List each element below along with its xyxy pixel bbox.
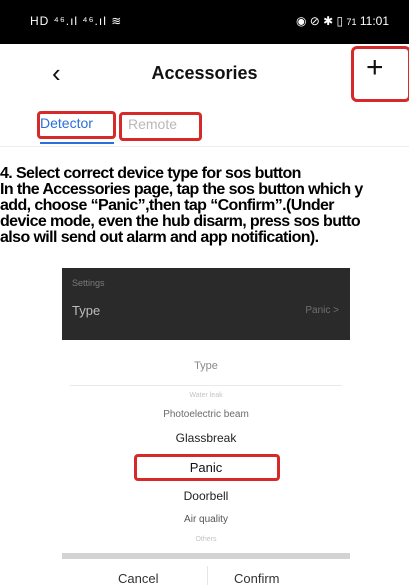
picker-option[interactable]: Air quality [62,514,350,525]
instruction-text: 4. Select correct device type for sos bu… [0,165,363,246]
type-picker-sheet [62,340,350,560]
picker-option[interactable]: Photoelectric beam [62,409,350,420]
button-divider [207,566,208,585]
status-left-icons: HD ⁴⁶.ıl ⁴⁶.ıl ≋ [30,14,123,28]
highlight-panic-box [134,454,280,481]
status-right: ◉ ⊘ ✱ ▯ 71 11:01 [296,14,389,28]
cancel-button[interactable]: Cancel [118,571,158,586]
highlight-detector-box [37,111,116,139]
picker-option[interactable]: Doorbell [62,489,350,503]
status-icons: ◉ ⊘ ✱ ▯ [295,14,344,28]
type-value-text: Panic [305,305,331,316]
status-time: 11:01 [359,14,389,28]
picker-title: Type [194,360,218,372]
picker-divider [70,385,342,386]
highlight-add-box [351,46,409,102]
picker-bottom-bar [62,553,350,559]
battery-level: 71 [346,17,357,27]
highlight-remote-box [119,112,202,141]
type-row-label[interactable]: Type [72,303,100,318]
confirm-button[interactable]: Confirm [234,571,280,586]
chevron-right-icon: > [333,305,339,316]
status-bar: HD ⁴⁶.ıl ⁴⁶.ıl ≋ ◉ ⊘ ✱ ▯ 71 11:01 [0,0,409,44]
divider [0,146,409,147]
page-title: Accessories [151,63,258,83]
picker-option[interactable]: Water leak [62,392,350,399]
active-tab-indicator [40,142,114,144]
type-row-value[interactable]: Panic > [305,305,339,316]
settings-section-label: Settings [72,278,105,288]
settings-panel [62,268,350,340]
picker-option[interactable]: Glassbreak [62,431,350,445]
picker-option[interactable]: Others [62,536,350,543]
